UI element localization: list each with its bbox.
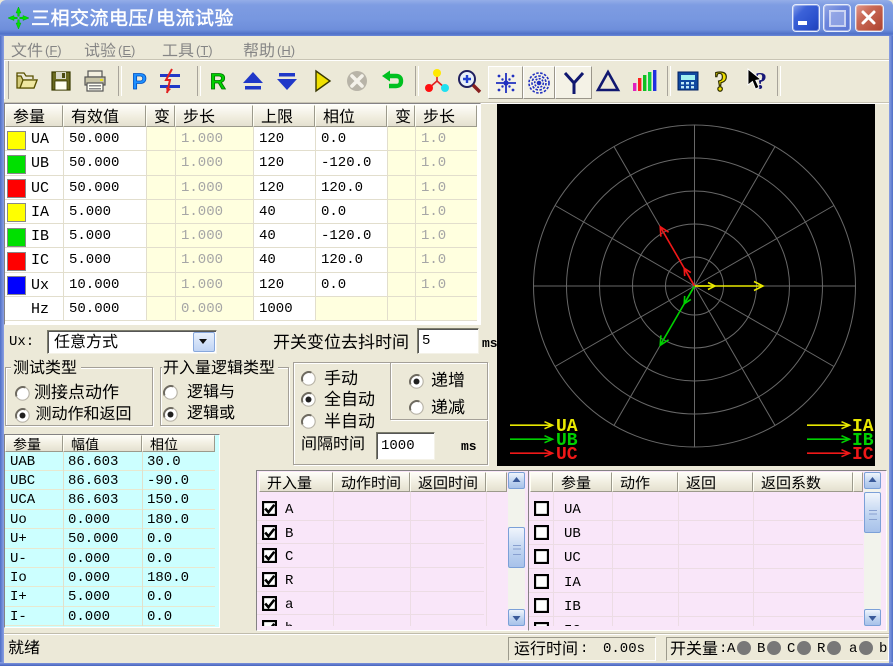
- svg-text:IC: IC: [852, 445, 874, 465]
- svg-text:R: R: [210, 69, 226, 94]
- svg-text:P: P: [132, 69, 147, 94]
- svg-text:UC: UC: [556, 445, 578, 465]
- svg-text:?: ?: [714, 68, 728, 94]
